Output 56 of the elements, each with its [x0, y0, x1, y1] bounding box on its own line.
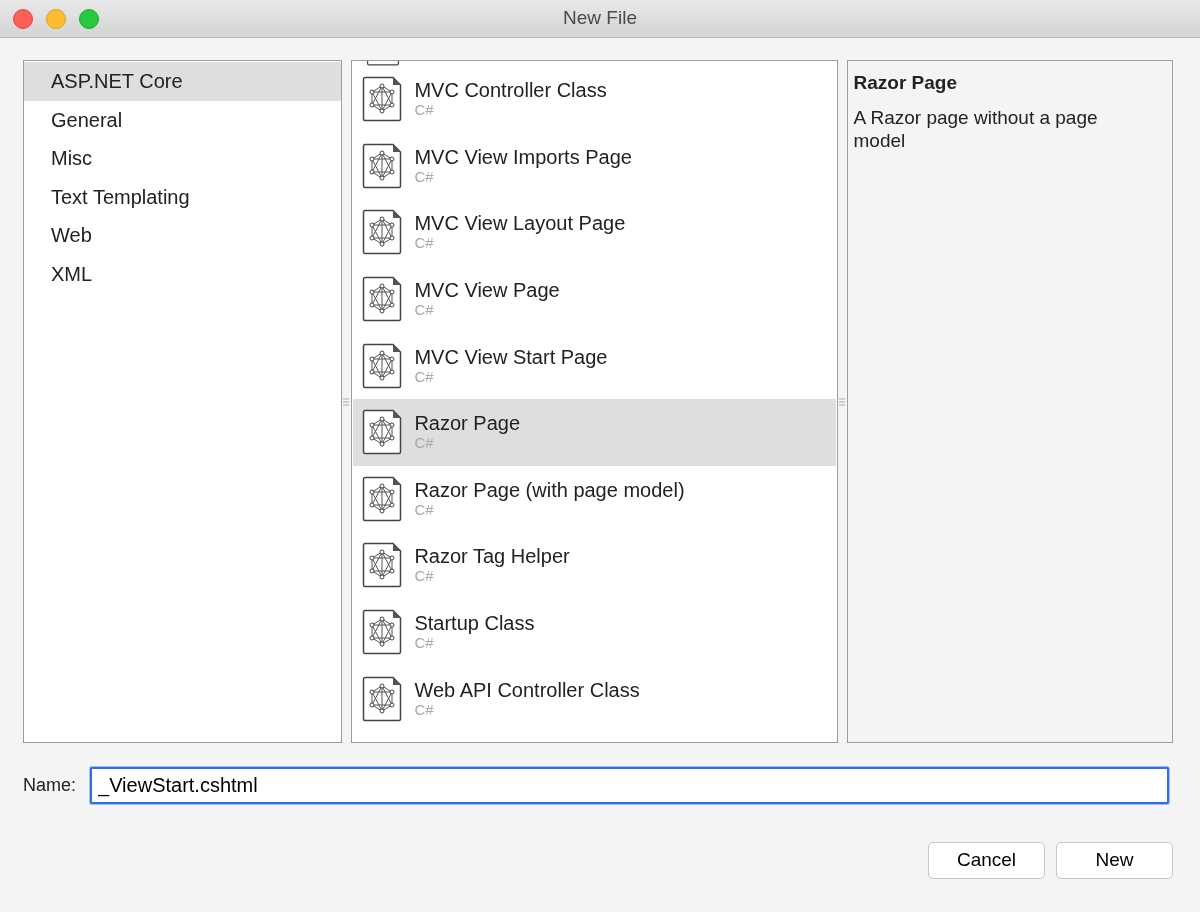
category-item[interactable]: Web — [24, 216, 342, 255]
close-button[interactable] — [13, 8, 33, 29]
template-language: C# — [414, 500, 435, 519]
file-icon — [362, 475, 403, 522]
template-item[interactable]: MVC View Imports Page C# — [353, 132, 836, 200]
file-icon — [362, 542, 403, 589]
file-icon — [362, 409, 403, 456]
template-name: MVC View Page — [414, 279, 560, 302]
template-item[interactable]: Web API Controller Class C# — [353, 665, 836, 732]
template-name: Razor Tag Helper — [414, 545, 570, 568]
template-item[interactable]: MVC View Start Page C# — [353, 332, 836, 399]
file-icon — [362, 675, 403, 722]
template-item[interactable]: Razor Tag Helper C# — [353, 532, 836, 599]
name-label: Name: — [23, 774, 76, 797]
category-item[interactable]: General — [24, 100, 342, 139]
file-icon — [362, 142, 403, 189]
file-icon — [362, 276, 403, 323]
template-item[interactable]: Startup Class C# — [353, 598, 836, 666]
template-language: C# — [414, 167, 435, 186]
template-name: MVC View Imports Page — [414, 145, 632, 168]
template-name: MVC View Start Page — [414, 345, 608, 368]
template-language: C# — [414, 101, 435, 120]
template-language: C# — [414, 634, 435, 653]
template-language: C# — [414, 700, 435, 719]
template-item[interactable]: MVC View Layout Page C# — [353, 199, 836, 266]
template-language: C# — [414, 567, 435, 586]
template-language: C# — [414, 234, 435, 253]
splitter-handle-icon[interactable] — [838, 395, 845, 408]
category-item[interactable]: Text Templating — [24, 177, 342, 216]
zoom-button[interactable] — [79, 8, 99, 29]
template-name: Startup Class — [414, 612, 535, 635]
window-title: New File — [563, 6, 637, 31]
description-text: A Razor page without a page model — [853, 105, 1099, 152]
template-item[interactable]: Razor Page (with page model) C# — [353, 465, 836, 533]
template-name: Razor Page (with page model) — [414, 478, 685, 501]
template-item[interactable]: MVC View Page C# — [353, 265, 836, 333]
template-name: Web API Controller Class — [414, 678, 640, 701]
category-item[interactable]: ASP.NET Core — [24, 62, 342, 101]
dialog-button[interactable]: New — [1056, 842, 1173, 879]
name-field[interactable]: _ViewStart.cshtml — [90, 767, 1169, 804]
category-item[interactable]: XML — [24, 254, 342, 293]
template-language: C# — [414, 367, 435, 386]
minimize-button[interactable] — [46, 8, 66, 29]
template-name: Razor Page — [414, 412, 521, 435]
file-icon — [362, 609, 403, 656]
template-name: MVC Controller Class — [414, 79, 607, 102]
description-title: Razor Page — [853, 71, 959, 95]
splitter-handle-icon[interactable] — [343, 395, 350, 408]
file-icon — [362, 342, 403, 389]
file-icon — [362, 209, 403, 256]
template-item[interactable]: MVC Controller Class C# — [353, 66, 836, 133]
file-icon — [362, 76, 403, 123]
template-name: MVC View Layout Page — [414, 212, 626, 235]
template-language: C# — [414, 301, 435, 320]
category-item[interactable]: Misc — [24, 139, 342, 178]
dialog-button[interactable]: Cancel — [928, 842, 1045, 879]
